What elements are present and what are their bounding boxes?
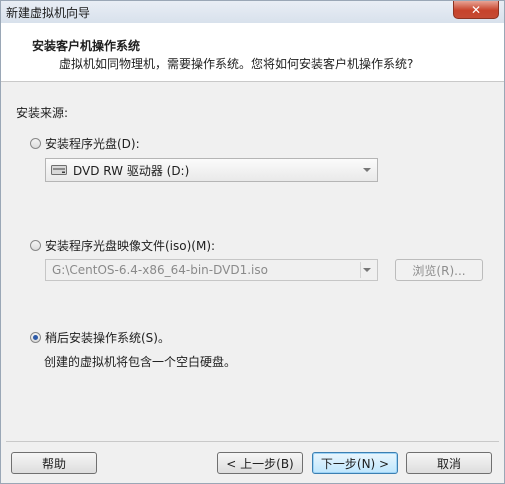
window-title: 新建虚拟机向导	[6, 6, 91, 20]
browse-button[interactable]: 浏览(R)...	[395, 259, 483, 281]
install-later-option[interactable]: 稍后安装操作系统(S)。	[30, 329, 170, 346]
install-later-label: 稍后安装操作系统(S)。	[45, 331, 170, 345]
combobox-divider	[360, 262, 361, 278]
back-button[interactable]: < 上一步(B)	[217, 452, 303, 474]
close-icon: ✕	[470, 2, 482, 17]
next-button[interactable]: 下一步(N) >	[312, 452, 398, 474]
chevron-down-icon	[363, 168, 371, 172]
disc-option-label: 安装程序光盘(D):	[45, 137, 140, 151]
install-later-description: 创建的虚拟机将包含一个空白硬盘。	[44, 355, 237, 369]
disc-drive-value: DVD RW 驱动器 (D:)	[73, 163, 190, 178]
title-bar[interactable]: 新建虚拟机向导 ✕	[1, 1, 504, 24]
iso-path-value: G:\CentOS-6.4-x86_64-bin-DVD1.iso	[52, 263, 268, 277]
disc-drive-select[interactable]: DVD RW 驱动器 (D:)	[45, 158, 378, 182]
page-subtitle: 虚拟机如同物理机，需要操作系统。您将如何安装客户机操作系统?	[59, 57, 414, 71]
install-source-label: 安装来源:	[16, 106, 69, 120]
install-later-radio[interactable]	[30, 332, 41, 343]
iso-radio[interactable]	[30, 240, 41, 251]
wizard-header: 安装客户机操作系统 虚拟机如同物理机，需要操作系统。您将如何安装客户机操作系统?	[1, 23, 504, 82]
cancel-button[interactable]: 取消	[406, 452, 492, 474]
disc-radio[interactable]	[30, 138, 41, 149]
disc-option[interactable]: 安装程序光盘(D):	[30, 135, 140, 152]
iso-path-combobox[interactable]: G:\CentOS-6.4-x86_64-bin-DVD1.iso	[45, 259, 378, 281]
wizard-window: 新建虚拟机向导 ✕ 安装客户机操作系统 虚拟机如同物理机，需要操作系统。您将如何…	[0, 0, 505, 484]
chevron-down-icon	[363, 268, 371, 272]
footer-divider	[6, 441, 499, 442]
page-title: 安装客户机操作系统	[32, 39, 141, 53]
iso-option[interactable]: 安装程序光盘映像文件(iso)(M):	[30, 237, 215, 254]
help-button[interactable]: 帮助	[11, 452, 97, 474]
dvd-drive-icon	[51, 163, 67, 177]
close-button[interactable]: ✕	[453, 1, 499, 19]
iso-option-label: 安装程序光盘映像文件(iso)(M):	[45, 239, 216, 253]
